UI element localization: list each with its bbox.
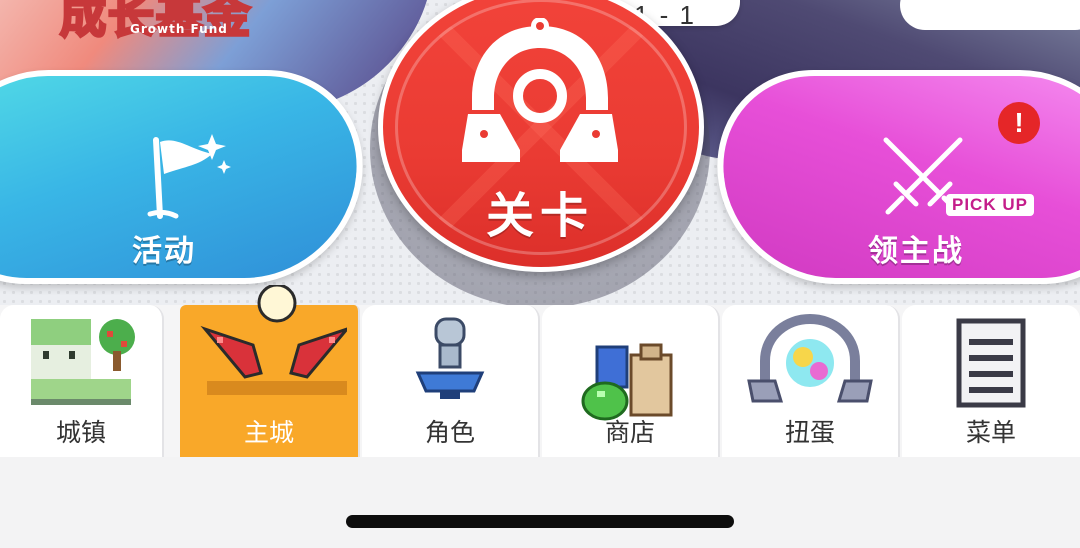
flag-icon xyxy=(147,134,231,219)
tab-menu[interactable]: 菜单 xyxy=(902,305,1080,457)
tab-town[interactable]: 城镇 xyxy=(0,305,164,457)
events-label: 活动 xyxy=(132,234,196,269)
growth-fund-subtitle: Growth Fund xyxy=(130,22,228,36)
tab-town-label: 城镇 xyxy=(55,418,106,447)
gacha-icon xyxy=(747,313,873,403)
bottom-tab-bar: 城镇 主城 角色 商店 扭蛋 菜单 xyxy=(0,285,1080,457)
gate-icon xyxy=(462,18,618,162)
pickup-badge: PICK UP xyxy=(946,194,1034,216)
boss-battle-label: 领主战 xyxy=(868,234,964,269)
menu-icon xyxy=(956,318,1026,408)
home-indicator[interactable] xyxy=(346,515,734,528)
safe-area xyxy=(0,457,1080,548)
tab-shop-label: 商店 xyxy=(604,418,655,447)
tab-shop[interactable]: 商店 xyxy=(542,305,720,457)
banner-art-cloud xyxy=(900,0,1080,30)
main-city-icon xyxy=(200,285,347,395)
alert-icon: ! xyxy=(998,102,1040,144)
tab-main-city[interactable]: 主城 xyxy=(180,285,360,457)
tab-gacha[interactable]: 扭蛋 xyxy=(722,305,900,457)
stage-label: 关卡 xyxy=(485,188,594,244)
tab-gacha-label: 扭蛋 xyxy=(784,418,835,447)
town-icon xyxy=(31,319,135,405)
tab-menu-label: 菜单 xyxy=(965,418,1016,447)
tab-character[interactable]: 角色 xyxy=(362,305,540,457)
tab-character-label: 角色 xyxy=(424,418,475,447)
character-icon xyxy=(415,317,485,399)
tab-main-city-label: 主城 xyxy=(243,418,294,447)
